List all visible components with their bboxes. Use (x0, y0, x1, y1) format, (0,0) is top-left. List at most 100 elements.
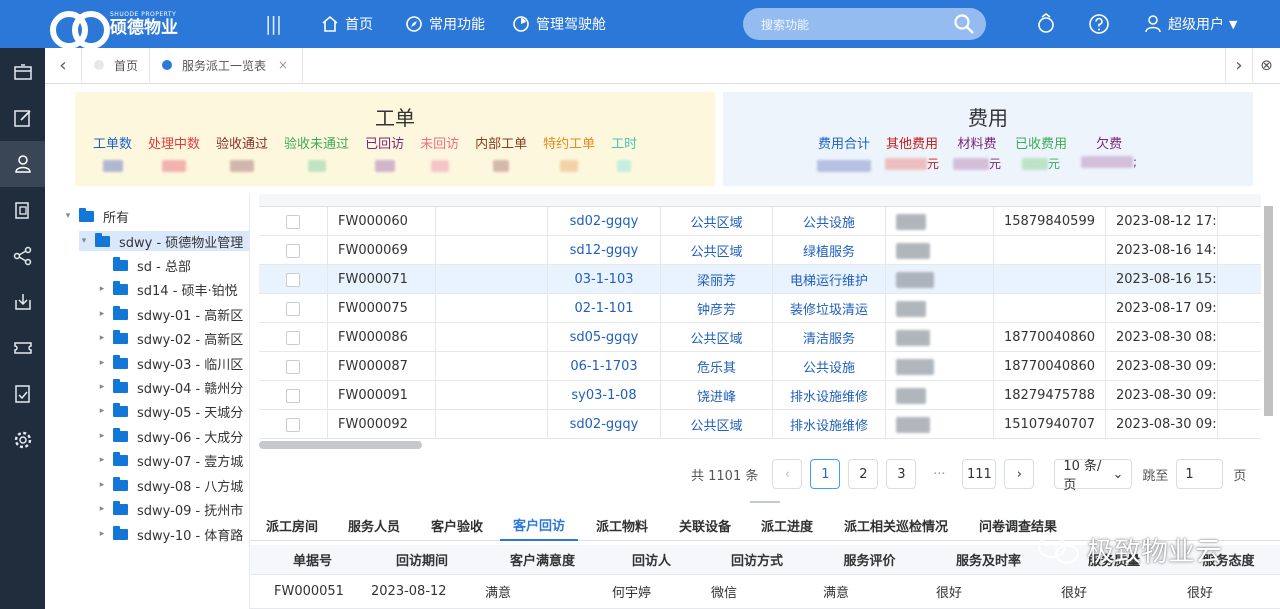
service-cell[interactable]: 绿植服务 (772, 236, 885, 265)
caret-right-icon[interactable]: ▸ (97, 455, 107, 465)
room-cell[interactable]: 06-1-1703 (547, 352, 660, 381)
page-ellipsis[interactable]: ··· (924, 459, 955, 489)
customer-cell[interactable]: 公共区域 (660, 410, 772, 439)
room-cell[interactable]: sd02-ggqy (547, 410, 660, 439)
table-row[interactable]: FW000091 sy03-1-08 饶进峰 排水设施维修 18279475788 202… (259, 381, 1261, 410)
page-button[interactable]: 3 (886, 459, 917, 489)
tab-acceptance[interactable]: 客户验收 (431, 510, 483, 541)
caret-right-icon[interactable]: ▸ (97, 382, 107, 392)
row-checkbox[interactable] (286, 243, 300, 258)
sidebar-item-edit[interactable] (0, 95, 45, 141)
caret-right-icon[interactable]: ▸ (97, 358, 107, 368)
tree-node[interactable]: ▸ sdwy-03 - 临川区 (97, 353, 243, 373)
table-row[interactable]: FW000092 sd02-ggqy 公共区域 排水设施维修 15107940707 20… (259, 410, 1261, 439)
search-box[interactable]: 搜索功能 (743, 8, 986, 40)
table-row[interactable]: FW000060 sd02-ggqy 公共区域 公共设施 15879840599 2023… (259, 207, 1261, 236)
row-checkbox[interactable] (286, 388, 300, 403)
customer-cell[interactable]: 公共区域 (660, 236, 772, 265)
caret-right-icon[interactable]: ▸ (97, 431, 107, 441)
table-row[interactable]: FW000087 06-1-1703 危乐其 公共设施 18770040860 2023-… (259, 352, 1261, 381)
tree-node[interactable]: ▸ sdwy-10 - 体育路 (97, 524, 243, 544)
sidebar-item-share[interactable] (0, 233, 45, 279)
vertical-scrollbar[interactable] (1264, 206, 1273, 416)
tab-materials[interactable]: 派工物料 (596, 510, 648, 541)
page-button[interactable]: 111 (962, 459, 997, 489)
tab-home[interactable]: 首页 (82, 48, 150, 82)
room-cell[interactable]: sd02-ggqy (547, 207, 660, 236)
room-cell[interactable]: 02-1-101 (547, 294, 660, 323)
room-cell[interactable]: 03-1-103 (547, 265, 660, 294)
service-cell[interactable]: 公共设施 (772, 352, 885, 381)
service-cell[interactable]: 清洁服务 (772, 323, 885, 352)
horizontal-scrollbar[interactable] (259, 441, 422, 449)
help-icon[interactable] (1087, 12, 1111, 36)
customer-cell[interactable]: 饶进峰 (660, 381, 772, 410)
caret-right-icon[interactable]: ▸ (97, 406, 107, 416)
search-icon[interactable] (953, 13, 975, 35)
page-button[interactable]: 1 (810, 459, 841, 489)
customer-cell[interactable]: 公共区域 (660, 323, 772, 352)
row-checkbox[interactable] (286, 214, 300, 229)
table-row[interactable]: FW000069 sd12-ggqy 公共区域 绿植服务 2023-08-16 14: (259, 236, 1261, 265)
caret-down-icon[interactable]: ▾ (79, 236, 89, 246)
tree-node-root[interactable]: ▾ 所有 (63, 206, 129, 226)
brand-logo[interactable]: SHUODE PROPERTY 硕德物业 (50, 7, 178, 49)
tree-node[interactable]: ▸ sdwy-09 - 抚州市 (97, 499, 243, 519)
service-cell[interactable]: 装修垃圾清运 (772, 294, 885, 323)
caret-right-icon[interactable]: ▸ (97, 504, 107, 514)
caret-right-icon[interactable]: ▸ (97, 284, 107, 294)
tree-node[interactable]: ▸ sdwy-06 - 大成分 (97, 426, 243, 446)
tab-service-dispatch[interactable]: 服务派工一览表 × (150, 48, 303, 82)
customer-cell[interactable]: 梁丽芳 (660, 265, 772, 294)
tree-node[interactable]: ▸ sdwy-04 - 赣州分 (97, 377, 243, 397)
sidebar-item-box[interactable] (0, 49, 45, 95)
table-row[interactable]: FW000086 sd05-ggqy 公共区域 清洁服务 18770040860 2023… (259, 323, 1261, 352)
tree-node[interactable]: ▸ sd14 - 硕丰·铂悦 (97, 279, 238, 299)
service-cell[interactable]: 电梯运行维护 (772, 265, 885, 294)
resize-handle[interactable] (750, 501, 780, 503)
sidebar-item-settings[interactable] (0, 417, 45, 463)
sidebar-item-document[interactable] (0, 187, 45, 233)
search-input[interactable]: 搜索功能 (761, 18, 809, 32)
tree-node[interactable]: ▸ sdwy-02 - 高新区 (97, 328, 243, 348)
tree-node[interactable]: sd - 总部 (97, 255, 191, 275)
row-checkbox[interactable] (286, 301, 300, 316)
user-menu[interactable]: 超级用户 ▼ (1143, 14, 1237, 34)
caret-right-icon[interactable]: ▸ (97, 529, 107, 539)
caret-down-icon[interactable]: ▾ (63, 211, 73, 221)
row-checkbox[interactable] (286, 359, 300, 374)
tab-survey[interactable]: 问卷调查结果 (979, 510, 1057, 541)
nav-cockpit[interactable]: 管理驾驶舱 (511, 14, 606, 34)
page-button[interactable]: 2 (848, 459, 879, 489)
sidebar-item-user[interactable] (0, 141, 45, 187)
row-checkbox[interactable] (286, 330, 300, 345)
room-cell[interactable]: sd12-ggqy (547, 236, 660, 265)
caret-right-icon[interactable]: ▸ (97, 309, 107, 319)
sidebar-item-download[interactable] (0, 279, 45, 325)
sidebar-item-checklist[interactable] (0, 371, 45, 417)
room-cell[interactable]: sd05-ggqy (547, 323, 660, 352)
close-icon[interactable]: × (278, 58, 288, 72)
tab-rooms[interactable]: 派工房间 (266, 510, 318, 541)
tab-scroll-right-button[interactable]: › (1225, 48, 1253, 82)
visit-table-row[interactable]: FW000051 2023-08-12 满意 何宇婷 微信 满意 很好 很好 很… (250, 575, 1280, 609)
customer-cell[interactable]: 公共区域 (660, 207, 772, 236)
tab-staff[interactable]: 服务人员 (348, 510, 400, 541)
tab-inspection[interactable]: 派工相关巡检情况 (844, 510, 948, 541)
customer-cell[interactable]: 危乐其 (660, 352, 772, 381)
row-checkbox[interactable] (286, 272, 300, 287)
caret-right-icon[interactable]: ▸ (97, 480, 107, 490)
close-all-tabs-button[interactable]: ⊗ (1253, 48, 1280, 82)
tree-node[interactable]: ▸ sdwy-05 - 天城分 (97, 401, 243, 421)
prev-page-button[interactable]: ‹ (772, 459, 803, 489)
tab-scroll-left-button[interactable]: ‹ (45, 48, 82, 82)
nav-home[interactable]: 首页 (320, 14, 373, 34)
customer-cell[interactable]: 钟彦芳 (660, 294, 772, 323)
room-cell[interactable]: sy03-1-08 (547, 381, 660, 410)
service-cell[interactable]: 排水设施维修 (772, 381, 885, 410)
row-checkbox[interactable] (286, 417, 300, 432)
menu-toggle-icon[interactable]: ||| (265, 13, 282, 35)
tab-return-visit[interactable]: 客户回访 (500, 510, 579, 541)
page-size-select[interactable]: 10 条/页 ⌄ (1054, 459, 1133, 493)
table-row[interactable]: FW000075 02-1-101 钟彦芳 装修垃圾清运 2023-08-17 09: (259, 294, 1261, 323)
